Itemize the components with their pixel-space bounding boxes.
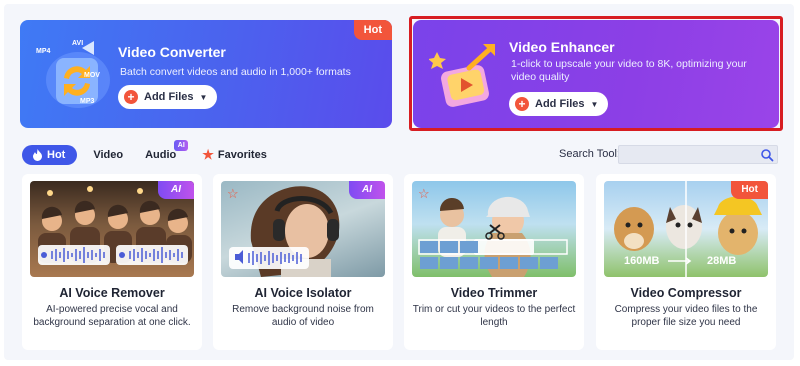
converter-add-files-button[interactable]: + Add Files ▼	[118, 85, 218, 109]
card-description: Remove background noise from audio of vi…	[232, 304, 374, 328]
card-description: Compress your video files to the proper …	[614, 304, 758, 328]
format-label-mp3: MP3	[80, 98, 95, 105]
search-label: Search Tool:	[559, 148, 620, 160]
tab-video[interactable]: Video	[93, 149, 123, 161]
chevron-down-icon[interactable]: ▼	[200, 93, 208, 102]
converter-description: Batch convert videos and audio in 1,000+…	[120, 66, 351, 78]
tab-label: Hot	[47, 149, 66, 161]
tab-audio[interactable]: Audio AI	[145, 140, 189, 161]
tab-label: Favorites	[217, 149, 267, 161]
star-icon: ★	[202, 147, 214, 162]
hot-badge: Hot	[353, 20, 392, 40]
tab-label: Audio	[145, 149, 177, 161]
search-input[interactable]	[618, 145, 778, 164]
tab-hot[interactable]: Hot	[22, 145, 78, 165]
ai-badge: AI	[158, 181, 194, 199]
add-files-label: Add Files	[144, 91, 194, 103]
category-tabs: Hot Video Audio AI ★ Favorites	[22, 140, 289, 166]
card-description: AI-powered precise vocal and background …	[33, 304, 191, 328]
hot-badge: Hot	[731, 181, 768, 199]
card-title: Video Trimmer	[450, 286, 538, 300]
format-label-mov: MOV	[84, 72, 100, 79]
card-thumbnail: ☆	[412, 181, 576, 277]
card-title: AI Voice Remover	[59, 286, 165, 300]
card-thumbnail: ☆ AI	[221, 181, 385, 277]
tool-card-video-trimmer[interactable]: ☆ Video Trimmer Trim or cut your videos …	[404, 174, 584, 350]
converter-title: Video Converter	[118, 44, 226, 60]
video-converter-banner[interactable]: MP4 AVI MOV MP3 Video Converter Batch co…	[20, 20, 392, 128]
couple-selfie-image	[418, 196, 568, 277]
tab-label: Video	[93, 149, 124, 161]
tab-favorites[interactable]: ★ Favorites	[202, 147, 267, 163]
card-thumbnail: AI	[30, 181, 194, 277]
original-size-label: 160MB	[624, 255, 660, 267]
ai-badge: AI	[174, 140, 189, 151]
card-thumbnail: 160MB 28MB Hot	[604, 181, 768, 277]
format-label-avi: AVI	[72, 40, 84, 47]
card-description: Trim or cut your videos to the perfect l…	[412, 304, 576, 328]
compressed-size-label: 28MB	[707, 255, 737, 267]
card-title: AI Voice Isolator	[254, 286, 352, 300]
highlight-outline	[409, 16, 783, 131]
search-icon[interactable]	[760, 148, 774, 162]
flame-icon	[33, 149, 42, 161]
tool-card-ai-voice-remover[interactable]: AI AI Voice Remover AI-powered precise v…	[22, 174, 202, 350]
plus-icon: +	[124, 90, 138, 104]
favorite-star-icon[interactable]: ☆	[227, 186, 239, 202]
ai-badge: AI	[349, 181, 385, 199]
card-title: Video Compressor	[630, 286, 742, 300]
favorite-star-icon[interactable]: ☆	[418, 186, 430, 202]
tool-card-ai-voice-isolator[interactable]: ☆ AI AI Voice Isolator Remove background…	[213, 174, 393, 350]
format-label-mp4: MP4	[36, 48, 51, 55]
tool-card-video-compressor[interactable]: 160MB 28MB Hot Video Compressor Compress…	[596, 174, 776, 350]
